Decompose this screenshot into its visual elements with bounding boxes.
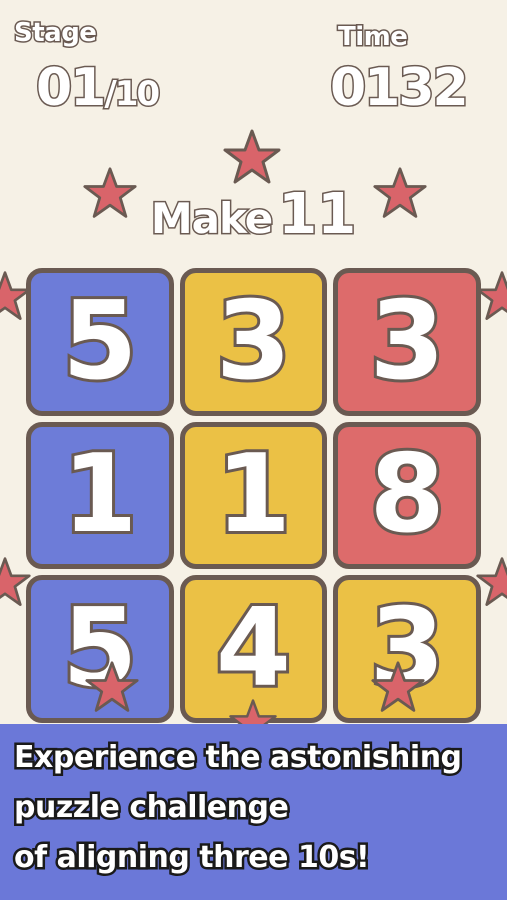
time-label: Time	[336, 21, 409, 54]
tile-number: 8	[367, 432, 448, 558]
tile-number: 5	[59, 278, 140, 404]
time-value: 0132	[329, 57, 471, 120]
promo-banner: Experience the astonishing puzzle challe…	[0, 724, 507, 900]
tile[interactable]: 1	[26, 421, 174, 570]
stage-counter: 01/10	[34, 57, 162, 120]
star-icon	[371, 661, 425, 712]
stage-total: /10	[103, 73, 162, 116]
tile-number: 3	[367, 278, 448, 404]
tile-number: 1	[213, 432, 294, 558]
promo-line-2: puzzle challenge	[11, 788, 291, 828]
stage-label: Stage	[12, 17, 98, 50]
target-prefix: Make	[149, 193, 274, 245]
target-number: 11	[277, 181, 358, 249]
star-icon	[223, 129, 281, 184]
tile-number: 4	[213, 586, 294, 712]
target-banner: Make 11	[0, 181, 507, 249]
promo-line-1: Experience the astonishing	[12, 738, 465, 778]
star-icon	[85, 661, 139, 712]
tile[interactable]: 3	[333, 268, 481, 416]
tile[interactable]: 1	[179, 421, 328, 570]
tile-number: 1	[59, 432, 140, 558]
tile[interactable]: 8	[333, 421, 481, 570]
tile-number: 3	[213, 278, 294, 404]
stage-current: 01	[34, 57, 107, 120]
tile[interactable]: 5	[26, 268, 174, 416]
number-grid: 5 3 3 1 1 8 5 4 3	[26, 268, 481, 723]
tile[interactable]: 3	[179, 268, 328, 416]
promo-line-3: of aligning three 10s!	[11, 838, 372, 878]
